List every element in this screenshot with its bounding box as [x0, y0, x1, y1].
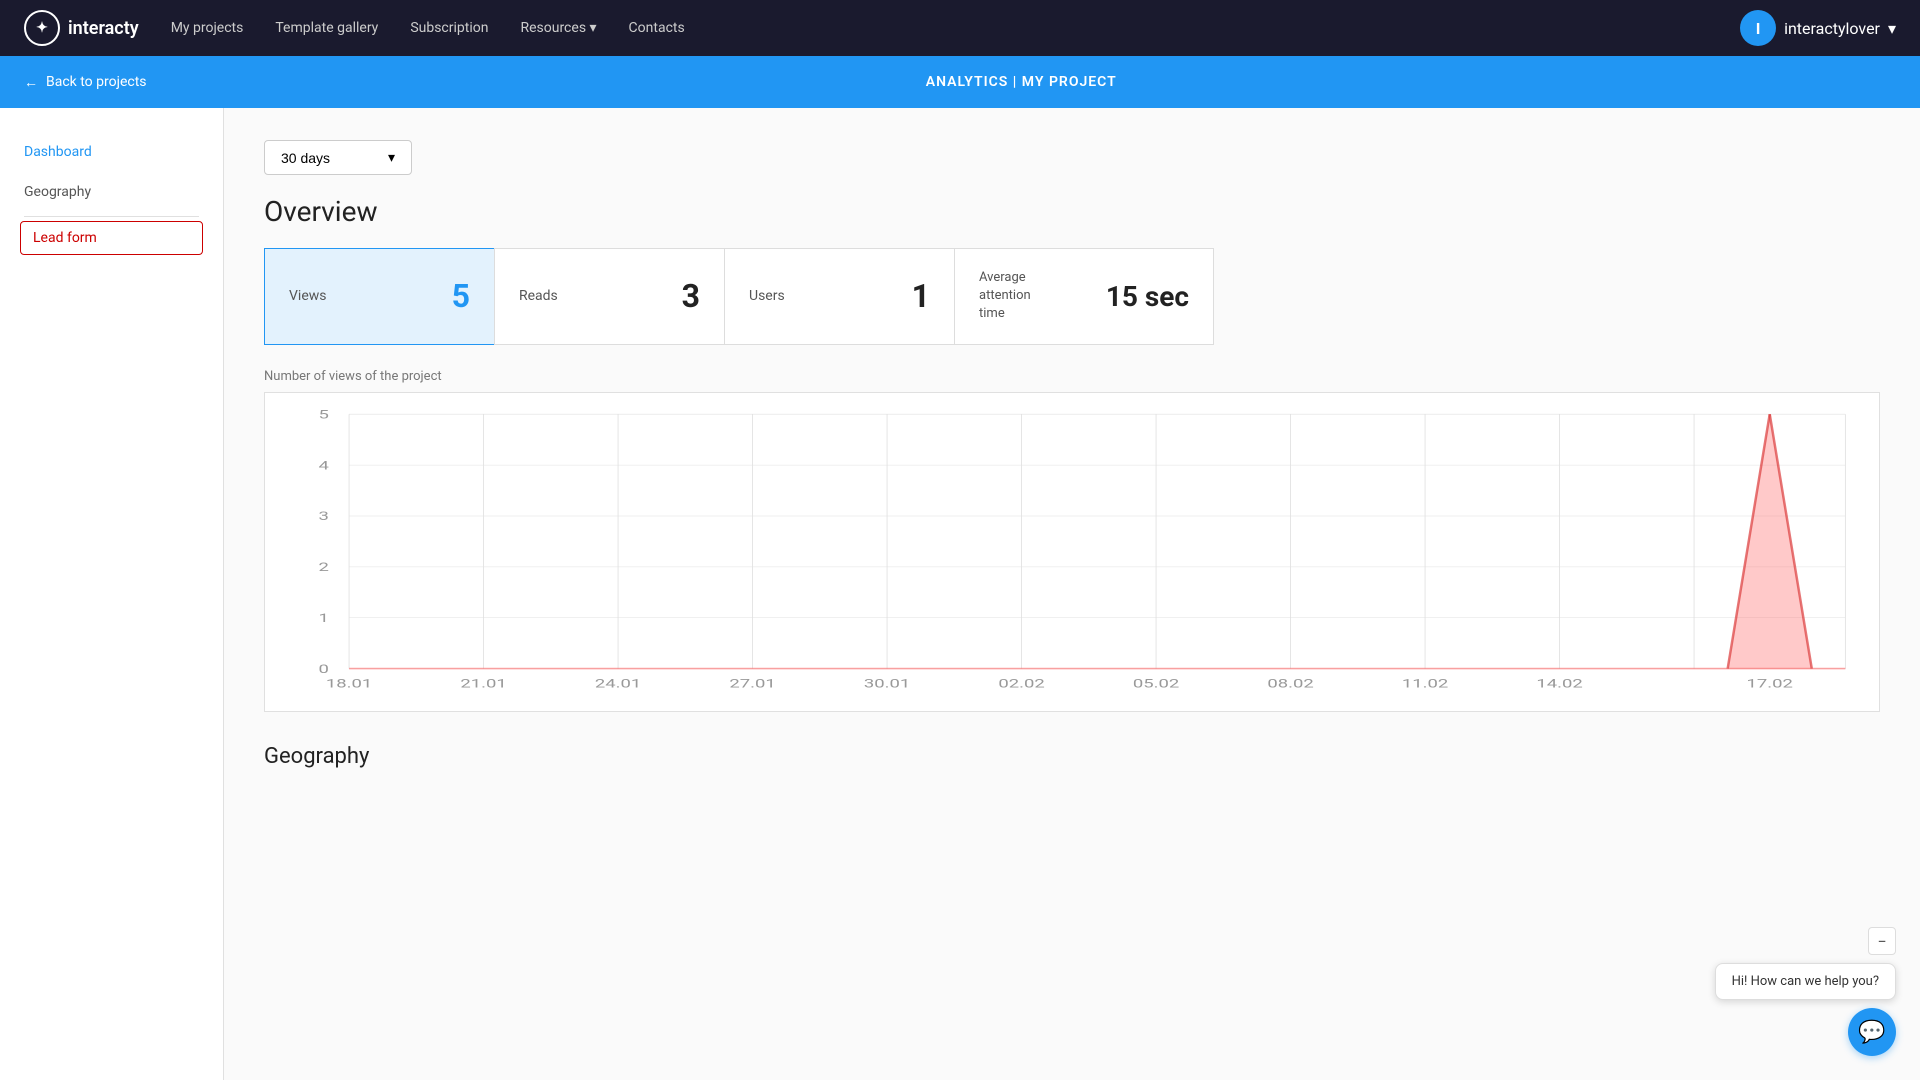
- main-content: 30 days ▾ Overview Views 5 Reads 3 Users…: [224, 108, 1920, 1080]
- sidebar-divider: [24, 216, 199, 217]
- chart-label: Number of views of the project: [264, 369, 1880, 384]
- chat-collapse-button[interactable]: −: [1868, 927, 1896, 955]
- nav-resources[interactable]: Resources: [520, 20, 596, 36]
- stat-value-views: 5: [452, 277, 470, 315]
- svg-text:21.01: 21.01: [460, 677, 506, 691]
- svg-text:02.02: 02.02: [998, 677, 1045, 691]
- date-range-dropdown[interactable]: 30 days ▾: [264, 140, 412, 175]
- sidebar-item-dashboard[interactable]: Dashboard: [0, 132, 223, 172]
- svg-text:24.01: 24.01: [595, 677, 641, 691]
- overview-title: Overview: [264, 195, 1880, 228]
- svg-text:18.01: 18.01: [326, 677, 372, 691]
- svg-text:27.01: 27.01: [729, 677, 775, 691]
- chart-svg: 0 1 2 3 4 5: [265, 393, 1879, 711]
- stat-value-users: 1: [912, 277, 930, 315]
- svg-text:08.02: 08.02: [1267, 677, 1314, 691]
- stat-card-reads[interactable]: Reads 3: [494, 248, 724, 345]
- main-layout: Dashboard Geography Lead form 30 days ▾ …: [0, 108, 1920, 1080]
- brand-name: interacty: [68, 18, 139, 39]
- stat-label-attention: Average attention time: [979, 269, 1031, 324]
- svg-text:11.02: 11.02: [1402, 677, 1449, 691]
- svg-text:0: 0: [318, 662, 328, 676]
- stat-label-views: Views: [289, 288, 327, 304]
- nav-subscription[interactable]: Subscription: [410, 20, 488, 36]
- svg-text:05.02: 05.02: [1133, 677, 1180, 691]
- nav-my-projects[interactable]: My projects: [171, 20, 244, 36]
- dropdown-arrow-icon: ▾: [388, 149, 395, 166]
- geography-section-title: Geography: [264, 744, 1880, 769]
- chat-tooltip: Hi! How can we help you?: [1715, 963, 1896, 1000]
- svg-text:1: 1: [318, 611, 328, 625]
- brand-logo[interactable]: interacty: [24, 10, 139, 46]
- svg-text:5: 5: [318, 407, 329, 421]
- sidebar: Dashboard Geography Lead form: [0, 108, 224, 1080]
- username: interactylover: [1784, 19, 1880, 38]
- stat-card-users[interactable]: Users 1: [724, 248, 954, 345]
- chat-widget: − Hi! How can we help you? 💬: [1715, 927, 1896, 1056]
- sidebar-item-geography[interactable]: Geography: [0, 172, 223, 212]
- stat-card-attention[interactable]: Average attention time 15 sec: [954, 248, 1214, 345]
- nav-contacts[interactable]: Contacts: [629, 20, 685, 36]
- chevron-down-icon: ▾: [1888, 19, 1896, 38]
- logo-icon: [24, 10, 60, 46]
- subheader: ← Back to projects ANALYTICS | MY PROJEC…: [0, 56, 1920, 108]
- chart-area: 0 1 2 3 4 5: [264, 392, 1880, 712]
- svg-text:14.02: 14.02: [1536, 677, 1583, 691]
- svg-text:30.01: 30.01: [864, 677, 910, 691]
- page-title: ANALYTICS | MY PROJECT: [147, 74, 1897, 90]
- stat-card-views[interactable]: Views 5: [264, 248, 494, 345]
- arrow-left-icon: ←: [24, 74, 38, 91]
- back-to-projects-button[interactable]: ← Back to projects: [24, 74, 147, 91]
- svg-text:4: 4: [318, 458, 329, 472]
- stat-value-reads: 3: [682, 277, 700, 315]
- stat-label-users: Users: [749, 288, 785, 304]
- chat-open-button[interactable]: 💬: [1848, 1008, 1896, 1056]
- sidebar-item-lead-form[interactable]: Lead form: [20, 221, 203, 255]
- nav-template-gallery[interactable]: Template gallery: [275, 20, 378, 36]
- user-menu[interactable]: I interactylover ▾: [1740, 10, 1896, 46]
- top-navigation: interacty My projects Template gallery S…: [0, 0, 1920, 56]
- stat-value-attention: 15 sec: [1106, 280, 1189, 313]
- svg-text:3: 3: [318, 509, 328, 523]
- svg-text:17.02: 17.02: [1747, 677, 1794, 691]
- svg-text:2: 2: [318, 560, 329, 574]
- stat-label-reads: Reads: [519, 288, 558, 304]
- chat-icon: 💬: [1858, 1020, 1885, 1045]
- nav-links: My projects Template gallery Subscriptio…: [171, 20, 1708, 36]
- avatar: I: [1740, 10, 1776, 46]
- stat-cards: Views 5 Reads 3 Users 1 Average attentio…: [264, 248, 1880, 345]
